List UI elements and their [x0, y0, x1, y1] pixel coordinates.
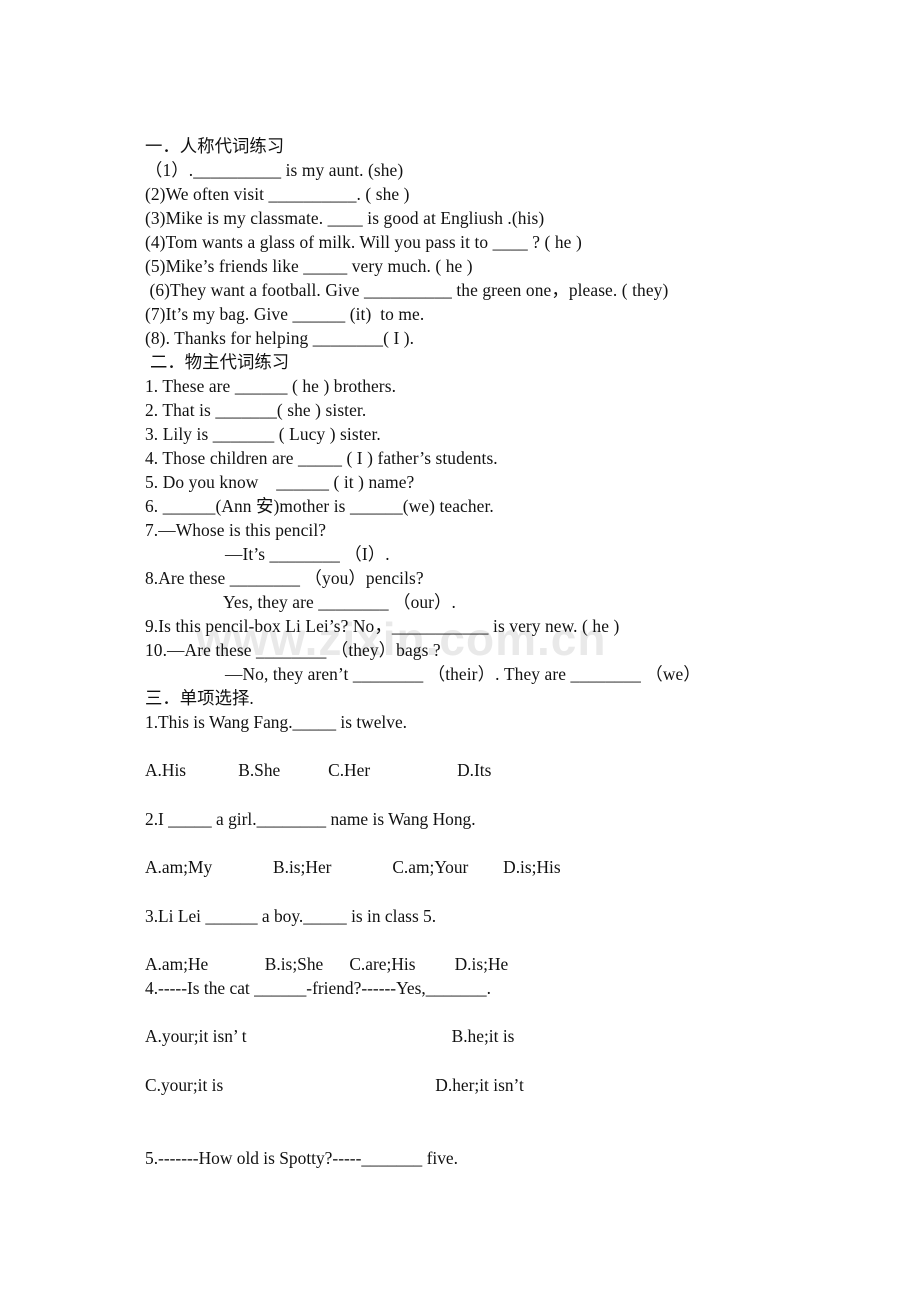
- section-two-item-1: 1. These are ______ ( he ) brothers.: [145, 376, 397, 396]
- section-two-item-5: 5. Do you know ______ ( it ) name?: [145, 472, 415, 492]
- section-three-question-4: 4.-----Is the cat ______-friend?------Ye…: [145, 978, 491, 998]
- section-three-question-2: 2.I _____ a girl.________ name is Wang H…: [145, 809, 476, 829]
- section-two-item-8: 8.Are these ________ （you）pencils?: [145, 568, 424, 588]
- section-two-item-7: 7.—Whose is this pencil?: [145, 520, 327, 540]
- section-three-heading: 三．单项选择.: [145, 688, 254, 708]
- section-three-question-3-choices[interactable]: A.am;He B.is;She C.are;His D.is;He: [145, 952, 885, 976]
- section-three-question-3: 3.Li Lei ______ a boy._____ is in class …: [145, 906, 437, 926]
- worksheet-content: 一．人称代词练习 （1）.__________ is my aunt. (she…: [145, 134, 885, 1170]
- section-two-item-3: 3. Lily is _______ ( Lucy ) sister.: [145, 424, 381, 444]
- section-three-question-4-choice-c[interactable]: C.your;it is: [145, 1075, 223, 1095]
- section-three-question-4-choice-ab[interactable]: A.your;it isn’ t B.he;it is: [145, 1024, 885, 1048]
- section-one-item-7: (7)It’s my bag. Give ______ (it) to me.: [145, 304, 425, 324]
- section-one-item-2: (2)We often visit __________. ( she ): [145, 184, 410, 204]
- section-two-item-8-answer: Yes, they are ________ （our）.: [223, 592, 456, 612]
- section-three-question-5: 5.-------How old is Spotty?-----_______ …: [145, 1148, 458, 1168]
- section-three-question-4-choice-b[interactable]: B.he;it is: [452, 1026, 515, 1046]
- section-one-item-4: (4)Tom wants a glass of milk. Will you p…: [145, 232, 582, 252]
- section-three-question-1: 1.This is Wang Fang._____ is twelve.: [145, 712, 408, 732]
- section-two-item-10-answer: —No, they aren’t ________ （their）. They …: [225, 664, 701, 684]
- section-three-question-2-choices[interactable]: A.am;My B.is;Her C.am;Your D.is;His: [145, 855, 885, 879]
- document-page: www.zixin.com.cn 一．人称代词练习 （1）.__________…: [0, 0, 920, 1302]
- section-one-item-1: （1）.__________ is my aunt. (she): [145, 160, 404, 180]
- section-one-heading: 一．人称代词练习: [145, 136, 285, 156]
- section-two-item-6: 6. ______(Ann 安)mother is ______(we) tea…: [145, 496, 494, 516]
- section-two-item-2: 2. That is _______( she ) sister.: [145, 400, 367, 420]
- section-three-question-4-choice-cd[interactable]: C.your;it is D.her;it isn’t: [145, 1073, 885, 1097]
- section-two-item-9: 9.Is this pencil-box Li Lei’s? No，______…: [145, 616, 620, 636]
- section-two-item-10: 10.—Are these ________ （they）bags ?: [145, 640, 441, 660]
- section-one-item-5: (5)Mike’s friends like _____ very much. …: [145, 256, 473, 276]
- section-one-item-6: (6)They want a football. Give __________…: [145, 280, 669, 300]
- section-one-item-8: (8). Thanks for helping ________( I ).: [145, 328, 415, 348]
- section-two-item-7-answer: —It’s ________ （I）.: [225, 544, 390, 564]
- section-two-item-4: 4. Those children are _____ ( I ) father…: [145, 448, 498, 468]
- section-one-item-3: (3)Mike is my classmate. ____ is good at…: [145, 208, 545, 228]
- section-three-question-4-choice-a[interactable]: A.your;it isn’ t: [145, 1026, 247, 1046]
- section-three-question-1-choices[interactable]: A.His B.She C.Her D.Its: [145, 758, 885, 782]
- section-two-heading: 二．物主代词练习: [150, 352, 290, 372]
- section-three-question-4-choice-d[interactable]: D.her;it isn’t: [435, 1075, 524, 1095]
